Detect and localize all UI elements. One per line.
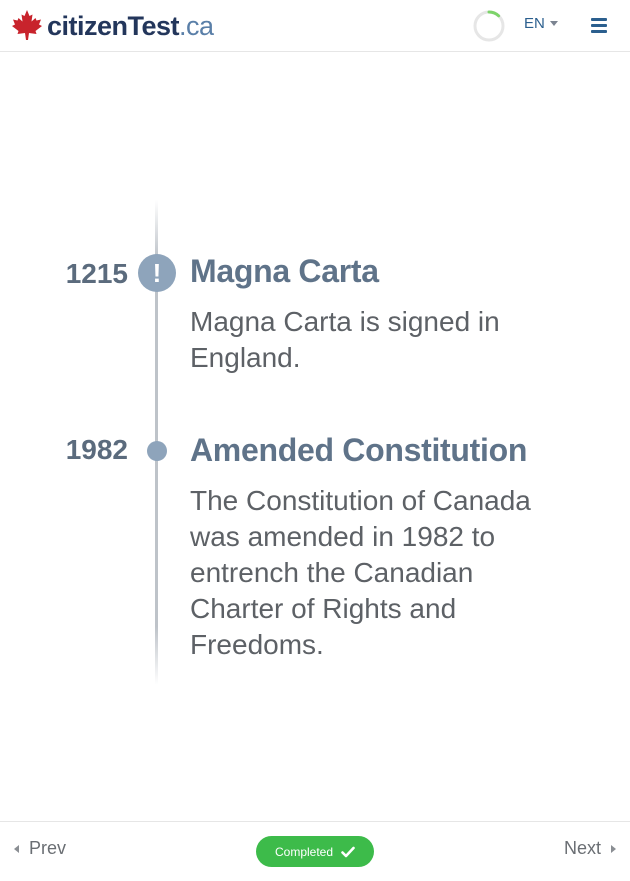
language-selector[interactable]: EN: [524, 15, 558, 32]
checkmark-icon: [341, 846, 355, 857]
caret-left-icon: [14, 844, 19, 853]
logo-tld: .ca: [179, 11, 214, 41]
logo-brand: citizenTest: [47, 11, 180, 41]
menu-bar: [591, 24, 607, 27]
caret-down-icon: [549, 21, 558, 26]
prev-button[interactable]: Prev: [14, 838, 66, 859]
prev-label: Prev: [29, 838, 67, 858]
event-description: The Constitution of Canada was amended i…: [190, 485, 531, 660]
next-label: Next: [563, 838, 601, 858]
event-title: Amended Constitution: [190, 432, 528, 468]
completed-badge[interactable]: Completed: [256, 836, 374, 867]
menu-bar: [591, 30, 607, 33]
dot-icon: [147, 441, 167, 461]
logo-wordmark: citizenTest.ca: [47, 8, 214, 44]
hamburger-menu-icon[interactable]: [591, 18, 607, 34]
event-title: Magna Carta: [190, 253, 379, 289]
progress-ring-icon: [473, 10, 505, 42]
next-button[interactable]: Next: [564, 838, 616, 859]
menu-bar: [591, 18, 607, 21]
language-label: EN: [524, 15, 545, 32]
top-header: citizenTest.ca EN: [0, 0, 630, 52]
event-year: 1982: [65, 434, 128, 465]
caret-right-icon: [611, 844, 616, 853]
site-logo[interactable]: citizenTest.ca: [10, 8, 214, 44]
event-description: Magna Carta is signed in England.: [190, 306, 500, 373]
exclamation-icon: !: [138, 254, 176, 292]
bottom-navigation: Prev Completed Next: [0, 821, 630, 881]
event-year: 1215: [65, 258, 128, 289]
completed-label: Completed: [274, 844, 334, 859]
maple-leaf-icon: [12, 10, 42, 40]
